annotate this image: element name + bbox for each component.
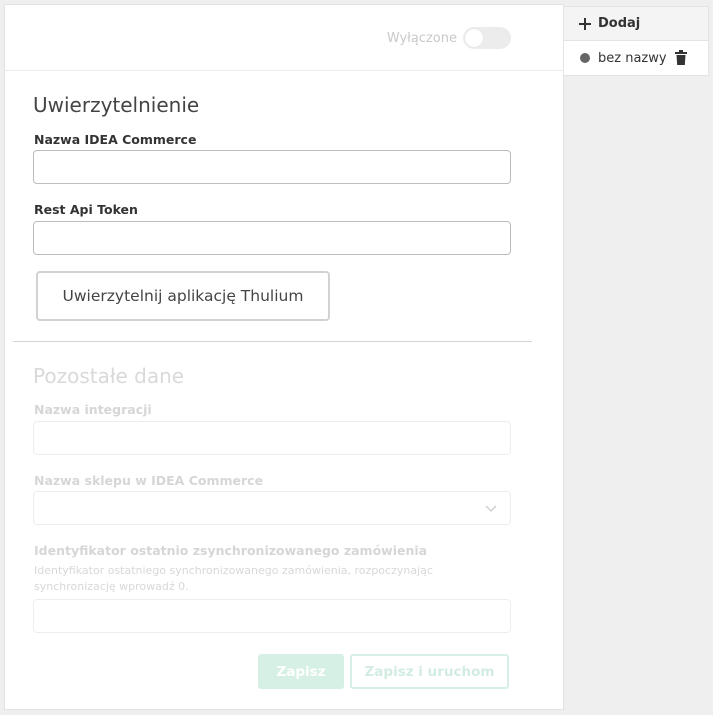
integration-name-input[interactable]	[33, 421, 511, 455]
add-integration-button[interactable]: Dodaj	[563, 6, 709, 41]
other-section-title: Pozostałe dane	[33, 364, 185, 388]
shop-name-label: Nazwa sklepu w IDEA Commerce	[34, 473, 264, 488]
auth-section-title: Uwierzytelnienie	[33, 93, 200, 117]
idea-name-input[interactable]	[33, 150, 511, 184]
token-label: Rest Api Token	[34, 202, 138, 217]
section-divider	[13, 341, 532, 342]
integrations-sidebar: Dodaj bez nazwy	[563, 6, 709, 76]
save-and-run-button[interactable]: Zapisz i uruchom	[350, 654, 509, 689]
form-header: Wyłączone	[5, 5, 563, 71]
integration-name-label: Nazwa integracji	[34, 402, 152, 417]
sidebar-item-integration[interactable]: bez nazwy	[563, 41, 709, 76]
status-dot-icon	[580, 53, 590, 63]
save-button[interactable]: Zapisz	[258, 654, 344, 689]
enabled-toggle[interactable]	[463, 27, 511, 49]
plus-icon	[579, 17, 591, 30]
shop-select[interactable]	[33, 491, 511, 525]
integration-form-panel: Wyłączone Uwierzytelnienie Nazwa IDEA Co…	[4, 4, 564, 710]
token-input[interactable]	[33, 221, 511, 255]
add-integration-label: Dodaj	[598, 16, 641, 31]
sidebar-item-label: bez nazwy	[598, 50, 667, 66]
chevron-down-icon	[485, 505, 497, 512]
last-order-label: Identyfikator ostatnio zsynchronizowaneg…	[34, 543, 428, 558]
last-order-input[interactable]	[33, 599, 511, 633]
trash-icon[interactable]	[675, 50, 687, 65]
toggle-label: Wyłączone	[386, 30, 457, 46]
toggle-knob	[465, 29, 483, 47]
enabled-toggle-group: Wyłączone	[387, 27, 511, 49]
last-order-hint: Identyfikator ostatniego synchronizowane…	[34, 564, 433, 593]
authenticate-button[interactable]: Uwierzytelnij aplikację Thulium	[36, 271, 330, 321]
idea-name-label: Nazwa IDEA Commerce	[34, 132, 197, 147]
